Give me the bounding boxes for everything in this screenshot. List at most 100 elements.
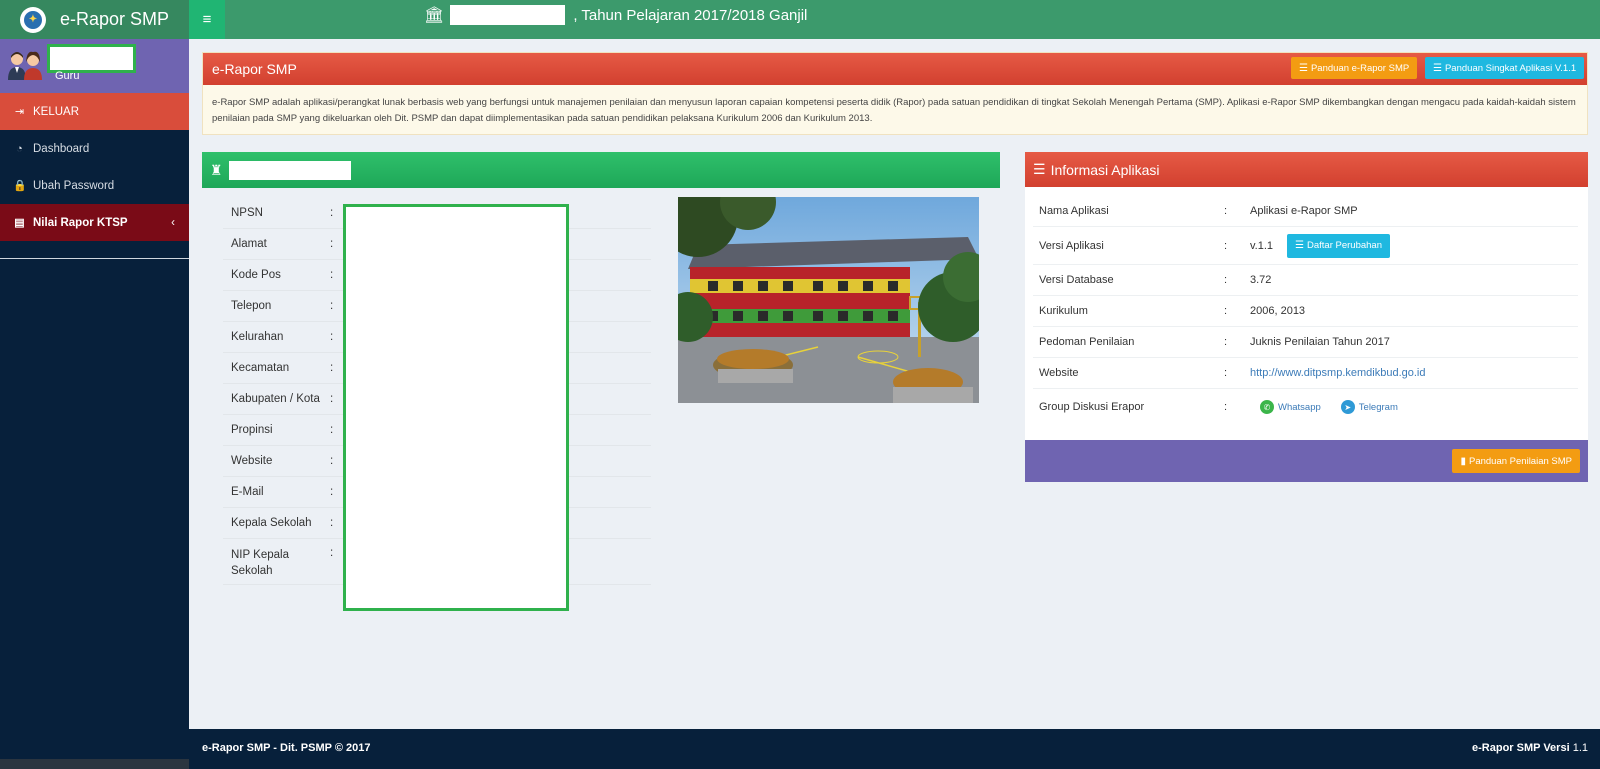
app-info-header: ☰ Informasi Aplikasi — [1025, 152, 1588, 187]
row-value: v.1.1 ☰ Daftar Perubahan — [1250, 233, 1390, 258]
file-icon: ▮ — [1460, 455, 1466, 467]
panduan-erapor-button[interactable]: ☰ Panduan e-Rapor SMP — [1291, 57, 1418, 79]
list-icon: ☰ — [1033, 161, 1046, 177]
hamburger-icon: ≡ — [202, 11, 212, 28]
field-label: NPSN — [231, 207, 263, 219]
list-icon: ☰ — [1433, 62, 1442, 74]
field-label: Kode Pos — [231, 269, 281, 281]
sidebar-item-label: Ubah Password — [33, 179, 115, 192]
version-value: v.1.1 — [1250, 239, 1274, 252]
sidebar-toggle-button[interactable]: ≡ — [189, 0, 225, 39]
field-label: Kabupaten / Kota — [231, 393, 320, 405]
colon: : — [1224, 367, 1228, 379]
colon: : — [330, 207, 334, 219]
row-label: Pedoman Penilaian — [1039, 336, 1135, 348]
app-info-footer: ▮ Panduan Penilaian SMP — [1025, 440, 1588, 482]
colon: : — [330, 269, 334, 281]
list-icon: ☰ — [1299, 62, 1308, 74]
row-label: Nama Aplikasi — [1039, 205, 1109, 217]
footer-version: e-Rapor SMP Versi 1.1 — [1472, 742, 1588, 754]
sidebar-item-dashboard[interactable]: ◔ Dashboard — [0, 130, 189, 167]
panduan-singkat-button[interactable]: ☰ Panduan Singkat Aplikasi V.1.1 — [1425, 57, 1585, 79]
field-label: Propinsi — [231, 424, 273, 436]
list-icon: ▤ — [14, 217, 25, 229]
school-building-image — [678, 197, 979, 403]
user-avatar-icon — [8, 51, 42, 80]
field-label: E-Mail — [231, 486, 264, 498]
colon: : — [1224, 336, 1228, 348]
field-label: NIP Kepala Sekolah — [231, 549, 289, 577]
sidebar-item-keluar[interactable]: ⇥ KELUAR — [0, 93, 189, 130]
panduan-penilaian-button[interactable]: ▮ Panduan Penilaian SMP — [1452, 449, 1580, 473]
row-value: 2006, 2013 — [1250, 305, 1306, 317]
field-label: Kelurahan — [231, 331, 284, 343]
lock-icon: 🔒 — [13, 180, 27, 192]
dashboard-icon: ◔ — [16, 142, 23, 155]
chevron-left-icon: ‹ — [171, 216, 175, 229]
tut-wuri-logo: ✦ — [20, 6, 46, 33]
redacted-school-name — [450, 5, 566, 25]
colon: : — [1224, 205, 1228, 217]
sidebar-bottom-bar — [0, 759, 189, 769]
colon: : — [330, 300, 334, 312]
intro-box-header: e-Rapor SMP ☰ Panduan e-Rapor SMP ☰ Pand… — [203, 53, 1587, 85]
academic-year-text: , Tahun Pelajaran 2017/2018 Ganjil — [573, 6, 808, 24]
table-row: Versi Database : 3.72 — [1033, 265, 1578, 296]
colon: : — [330, 393, 334, 405]
row-value: ✆ Whatsapp ➤ Telegram — [1250, 400, 1398, 414]
colon: : — [330, 331, 334, 343]
user-panel: Guru — [0, 39, 189, 93]
row-label: Website — [1039, 367, 1079, 379]
colon: : — [330, 362, 334, 374]
table-row: Nama Aplikasi : Aplikasi e-Rapor SMP — [1033, 196, 1578, 227]
field-label: Alamat — [231, 238, 267, 250]
sign-out-icon: ⇥ — [14, 106, 25, 118]
sidebar-item-ubah-password[interactable]: 🔒 Ubah Password — [0, 167, 189, 204]
row-value: Aplikasi e-Rapor SMP — [1250, 205, 1358, 217]
app-info-title: Informasi Aplikasi — [1050, 161, 1160, 178]
row-value: 3.72 — [1250, 274, 1272, 286]
field-label: Telepon — [231, 300, 272, 312]
top-navbar: ✦ e-Rapor SMP ≡ 🏛 , Tahun Pelajaran 2017… — [0, 0, 1600, 39]
table-row: Group Diskusi Erapor : ✆ Whatsapp ➤ Tele… — [1033, 389, 1578, 425]
row-label: Versi Database — [1039, 274, 1114, 286]
field-label: Kepala Sekolah — [231, 517, 312, 529]
colon: : — [1224, 274, 1228, 286]
table-row: Website : http://www.ditpsmp.kemdikbud.g… — [1033, 358, 1578, 389]
table-row: Versi Aplikasi : v.1.1 ☰ Daftar Perubaha… — [1033, 227, 1578, 265]
whatsapp-icon: ✆ — [1260, 400, 1274, 414]
sidebar-item-label: Nilai Rapor KTSP — [33, 216, 128, 229]
telegram-link[interactable]: ➤ Telegram — [1340, 400, 1398, 414]
colon: : — [330, 455, 334, 467]
colon: : — [1224, 305, 1228, 317]
telegram-icon: ➤ — [1340, 400, 1355, 414]
row-label: Versi Aplikasi — [1039, 239, 1104, 252]
institution-icon: 🏛 — [424, 7, 445, 24]
page-footer: e-Rapor SMP - Dit. PSMP © 2017 e-Rapor S… — [189, 729, 1600, 769]
row-value: Juknis Penilaian Tahun 2017 — [1250, 336, 1390, 348]
sidebar-item-label: KELUAR — [33, 105, 80, 118]
telegram-label: Telegram — [1358, 401, 1398, 413]
intro-title: e-Rapor SMP — [212, 61, 297, 77]
whatsapp-label: Whatsapp — [1278, 401, 1321, 413]
brand-title: e-Rapor SMP — [60, 9, 170, 29]
panduan-erapor-label: Panduan e-Rapor SMP — [1310, 62, 1410, 74]
website-link[interactable]: http://www.ditpsmp.kemdikbud.go.id — [1250, 367, 1425, 379]
whatsapp-link[interactable]: ✆ Whatsapp — [1260, 400, 1321, 414]
header-title: 🏛 , Tahun Pelajaran 2017/2018 Ganjil — [424, 0, 807, 30]
app-info-box: ☰ Informasi Aplikasi Nama Aplikasi : Apl… — [1025, 152, 1588, 482]
brand[interactable]: ✦ e-Rapor SMP — [0, 0, 189, 39]
intro-box: e-Rapor SMP ☰ Panduan e-Rapor SMP ☰ Pand… — [202, 52, 1588, 135]
row-value: http://www.ditpsmp.kemdikbud.go.id — [1250, 367, 1425, 379]
row-label: Kurikulum — [1039, 305, 1088, 317]
sidebar-item-nilai-rapor-ktsp[interactable]: ▤ Nilai Rapor KTSP ‹ — [0, 204, 189, 241]
colon: : — [330, 238, 334, 250]
redacted-school-title — [229, 160, 351, 180]
panduan-penilaian-label: Panduan Penilaian SMP — [1469, 455, 1572, 467]
intro-description: e-Rapor SMP adalah aplikasi/perangkat lu… — [212, 97, 1576, 124]
colon: : — [330, 486, 334, 498]
sidebar-item-label: Dashboard — [33, 142, 90, 155]
daftar-perubahan-button[interactable]: ☰ Daftar Perubahan — [1287, 233, 1390, 258]
footer-version-number: 1.1 — [1572, 742, 1588, 754]
footer-copyright: e-Rapor SMP - Dit. PSMP © 2017 — [202, 742, 371, 754]
